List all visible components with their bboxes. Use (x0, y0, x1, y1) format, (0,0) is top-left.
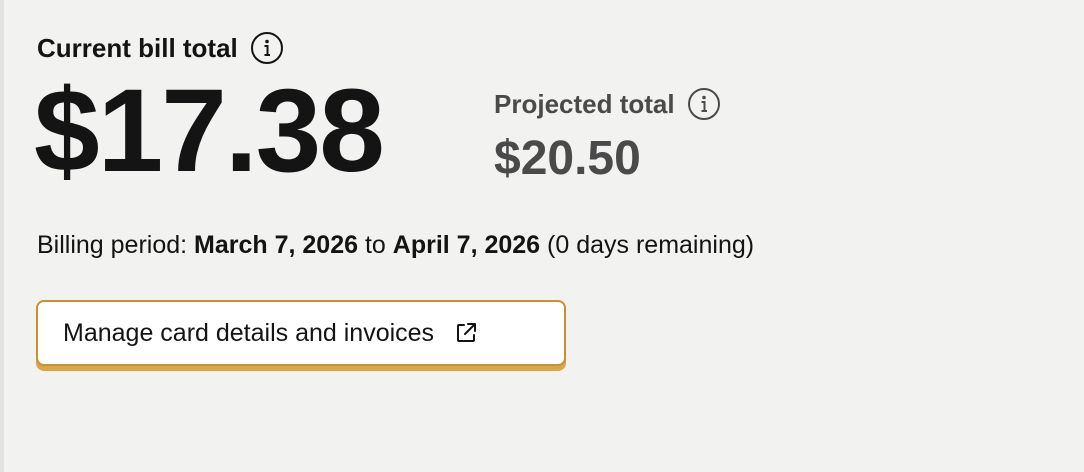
billing-period: Billing period: March 7, 2026 to April 7… (37, 228, 754, 262)
projected-total-amount: $20.50 (494, 132, 641, 185)
manage-card-button[interactable]: Manage card details and invoices (36, 300, 566, 366)
manage-card-button-label: Manage card details and invoices (63, 319, 435, 347)
projected-total-info-icon[interactable] (687, 87, 721, 121)
external-link-icon (454, 321, 478, 345)
current-bill-label: Current bill total (37, 33, 238, 63)
current-bill-info-icon[interactable] (250, 31, 284, 65)
current-bill-amount: $17.38 (34, 65, 385, 197)
projected-total-header: Projected total (494, 87, 721, 121)
projected-total-label: Projected total (494, 89, 675, 119)
panel-left-border (0, 0, 4, 472)
billing-period-connector: to (358, 231, 393, 259)
billing-period-start: March 7, 2026 (194, 231, 359, 259)
billing-period-prefix: Billing period: (37, 231, 195, 259)
current-bill-header: Current bill total (37, 31, 284, 65)
billing-period-end: April 7, 2026 (392, 231, 541, 259)
billing-period-remaining: (0 days remaining) (540, 231, 755, 259)
